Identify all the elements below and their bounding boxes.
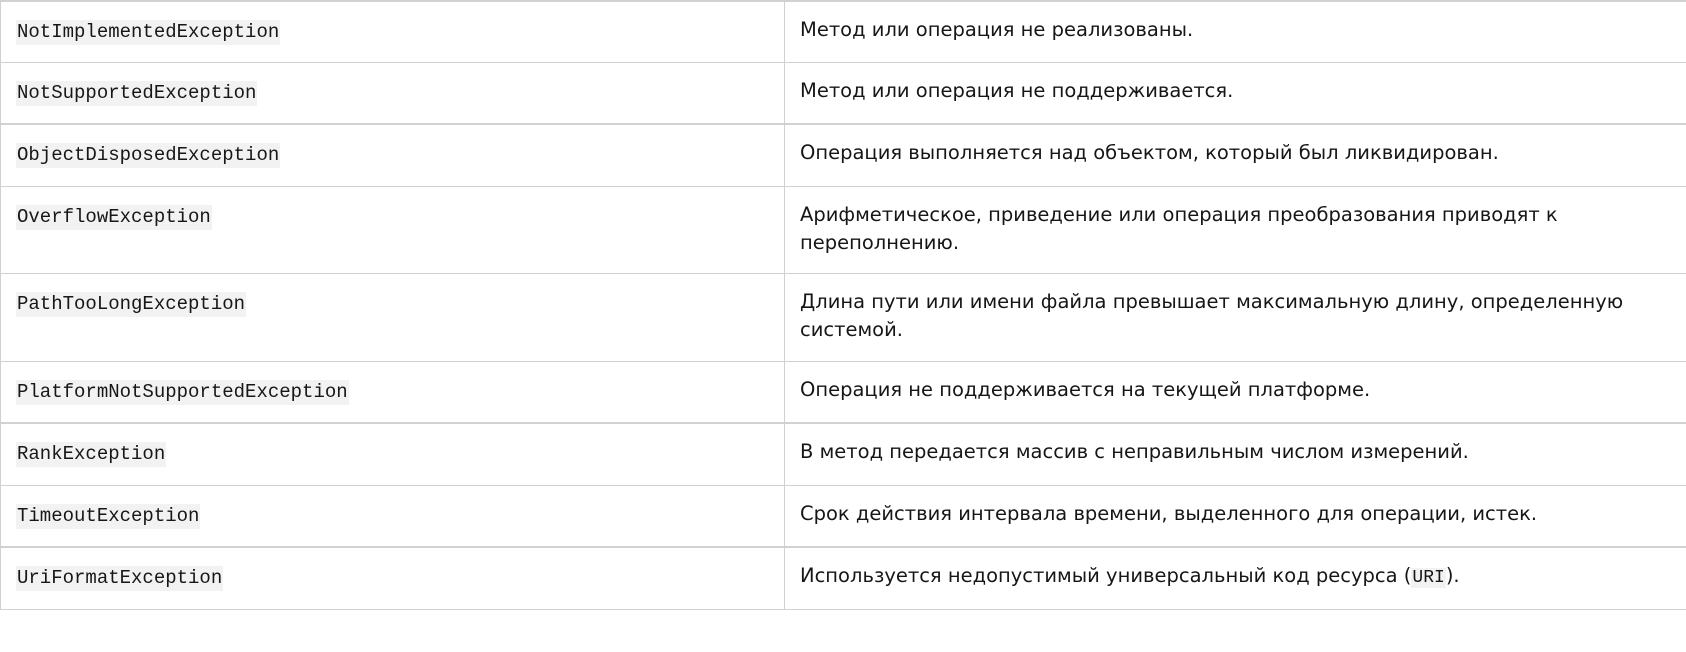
exception-description: Срок действия интервала времени, выделен… bbox=[784, 485, 1686, 547]
exception-name: OverflowException bbox=[16, 204, 212, 230]
exception-name: PathTooLongException bbox=[16, 291, 247, 317]
exception-description: Операция не поддерживается на текущей пл… bbox=[784, 361, 1686, 423]
table-row: TimeoutException Срок действия интервала… bbox=[0, 485, 1686, 547]
table-row: NotImplementedException Метод или операц… bbox=[0, 1, 1686, 62]
exception-name-cell: UriFormatException bbox=[0, 547, 785, 609]
exception-name-cell: TimeoutException bbox=[0, 485, 785, 547]
description-text: Используется недопустимый универсальный … bbox=[800, 564, 1412, 587]
exception-name-cell: NotSupportedException bbox=[0, 62, 785, 124]
exception-description: В метод передается массив с неправильным… bbox=[784, 423, 1686, 485]
exception-name-cell: OverflowException bbox=[0, 186, 785, 273]
exception-name: NotSupportedException bbox=[16, 80, 258, 106]
description-text: ). bbox=[1445, 564, 1460, 587]
exception-name-cell: NotImplementedException bbox=[0, 1, 785, 62]
table-row: UriFormatException Используется недопуст… bbox=[0, 547, 1686, 609]
exception-name-cell: ObjectDisposedException bbox=[0, 124, 785, 186]
exception-description: Операция выполняется над объектом, котор… bbox=[784, 124, 1686, 186]
table-row: OverflowException Арифметическое, привед… bbox=[0, 186, 1686, 273]
exception-name-cell: RankException bbox=[0, 423, 785, 485]
table-row: RankException В метод передается массив … bbox=[0, 423, 1686, 485]
exception-name: UriFormatException bbox=[16, 566, 224, 591]
exception-name: PlatformNotSupportedException bbox=[16, 379, 349, 405]
exception-description: Метод или операция не реализованы. bbox=[784, 1, 1686, 62]
table-row: NotSupportedException Метод или операция… bbox=[0, 62, 1686, 124]
exception-name: ObjectDisposedException bbox=[16, 143, 281, 168]
exception-name: TimeoutException bbox=[16, 503, 201, 529]
table-row: ObjectDisposedException Операция выполня… bbox=[0, 124, 1686, 186]
exception-description: Используется недопустимый универсальный … bbox=[784, 547, 1686, 609]
exception-description: Длина пути или имени файла превышает мак… bbox=[784, 273, 1686, 361]
exception-description: Метод или операция не поддерживается. bbox=[784, 62, 1686, 124]
uri-code: URI bbox=[1411, 568, 1446, 588]
table-row: PlatformNotSupportedException Операция н… bbox=[0, 361, 1686, 423]
exceptions-table: NotImplementedException Метод или операц… bbox=[0, 0, 1686, 610]
table-row: PathTooLongException Длина пути или имен… bbox=[0, 273, 1686, 361]
exception-description: Арифметическое, приведение или операция … bbox=[784, 186, 1686, 273]
exception-name: RankException bbox=[16, 442, 167, 467]
exception-name: NotImplementedException bbox=[16, 20, 281, 45]
exception-name-cell: PlatformNotSupportedException bbox=[0, 361, 785, 423]
exception-name-cell: PathTooLongException bbox=[0, 273, 785, 361]
